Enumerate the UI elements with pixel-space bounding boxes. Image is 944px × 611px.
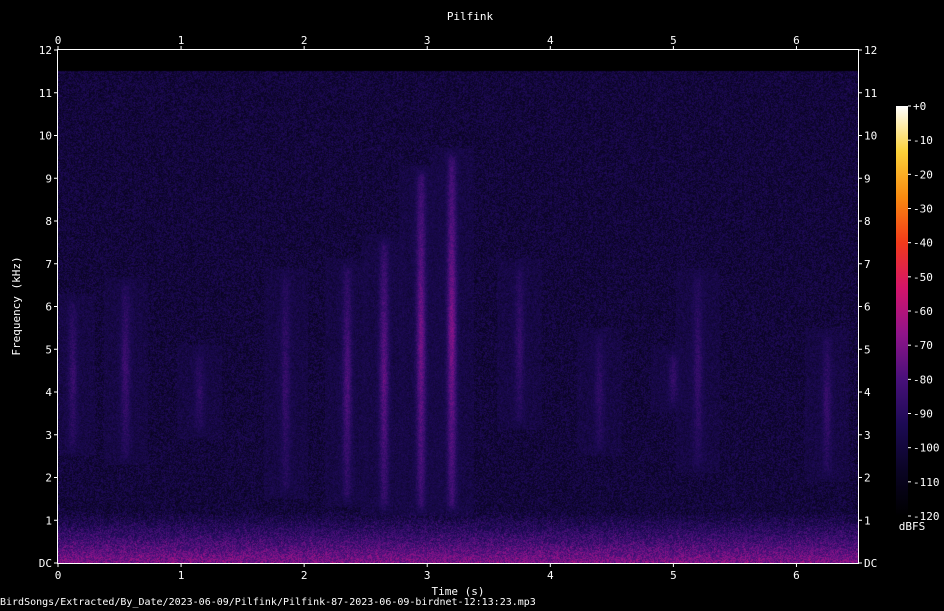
y-tick-label-right: 5: [864, 343, 871, 356]
colorbar-tick-label: -70: [913, 339, 933, 352]
x-tick-label: 0: [55, 569, 62, 582]
y-tick-label: 10: [39, 130, 52, 143]
colorbar: [896, 106, 908, 516]
y-tick-label-right: 1: [864, 514, 871, 527]
colorbar-tick-label: -90: [913, 408, 933, 421]
y-axis-label: Frequency (kHz): [10, 256, 23, 355]
colorbar-tick-label: -60: [913, 305, 933, 318]
y-tick-label-right: 9: [864, 172, 871, 185]
x-axis-top: 0 1 2 3 4 5 6: [55, 34, 800, 50]
y-tick-label-right: 11: [864, 87, 877, 100]
colorbar-tick-label: -110: [913, 476, 940, 489]
y-tick-label: 12: [39, 44, 52, 57]
colorbar-tick-label: -80: [913, 373, 933, 386]
colorbar-tick-label: -100: [913, 442, 940, 455]
y-tick-label-right: 7: [864, 258, 871, 271]
y-axis-right: DC123456789101112: [858, 44, 877, 570]
x-axis-bottom: 0 1 2 3 4 5 6: [55, 563, 800, 582]
spectrogram-chart: Pilfink 0123456 0123456 DC12345678910111…: [10, 10, 940, 598]
y-tick-label: DC: [39, 557, 52, 570]
file-path: BirdSongs/Extracted/By_Date/2023-06-09/P…: [0, 597, 536, 608]
colorbar-tick-label: -10: [913, 134, 933, 147]
y-tick-label: 8: [45, 215, 52, 228]
colorbar-tick-label: -30: [913, 203, 933, 216]
y-tick-label: 1: [45, 514, 52, 527]
colorbar-tick-label: -20: [913, 168, 933, 181]
x-tick-label: 6: [793, 569, 800, 582]
y-tick-label: 9: [45, 172, 52, 185]
x-tick-label: 3: [424, 569, 431, 582]
spectrogram-figure: Pilfink 0123456 0123456 DC 1 2 3 4 5 6 7 8 9 10 11 1…: [0, 0, 944, 611]
y-tick-label-right: 10: [864, 130, 877, 143]
x-tick-label: 5: [670, 569, 677, 582]
spectrogram-image: [58, 50, 858, 563]
colorbar-tick-label: -40: [913, 237, 933, 250]
colorbar-tick-label: -50: [913, 271, 933, 284]
x-tick-label-top: 1: [178, 34, 185, 47]
colorbar-tick-label: +0: [913, 100, 926, 113]
x-tick-label-top: 4: [547, 34, 554, 47]
x-tick-label-top: 3: [424, 34, 431, 47]
x-tick-label-top: 6: [793, 34, 800, 47]
colorbar-ticks: +0-10-20-30-40-50-60-70-80-90-100-110-12…: [908, 100, 940, 523]
y-tick-label-right: DC: [864, 557, 877, 570]
y-tick-label: 2: [45, 472, 52, 485]
y-tick-label-right: 12: [864, 44, 877, 57]
y-tick-label: 6: [45, 301, 52, 314]
y-tick-label: 3: [45, 429, 52, 442]
x-tick-label-top: 5: [670, 34, 677, 47]
y-tick-label-right: 6: [864, 301, 871, 314]
y-tick-label-right: 8: [864, 215, 871, 228]
y-tick-label: 11: [39, 87, 52, 100]
x-tick-label: 4: [547, 569, 554, 582]
x-tick-label-top: 0: [55, 34, 62, 47]
y-tick-label: 7: [45, 258, 52, 271]
y-tick-label-right: 2: [864, 472, 871, 485]
y-tick-label: 4: [45, 386, 52, 399]
y-tick-label: 5: [45, 343, 52, 356]
x-tick-label: 2: [301, 569, 308, 582]
x-tick-label: 1: [178, 569, 185, 582]
y-tick-label-right: 3: [864, 429, 871, 442]
y-tick-label-right: 4: [864, 386, 871, 399]
x-tick-label-top: 2: [301, 34, 308, 47]
y-axis-left: DC123456789101112: [39, 44, 58, 570]
colorbar-label: dBFS: [899, 520, 926, 533]
chart-title: Pilfink: [447, 10, 494, 23]
